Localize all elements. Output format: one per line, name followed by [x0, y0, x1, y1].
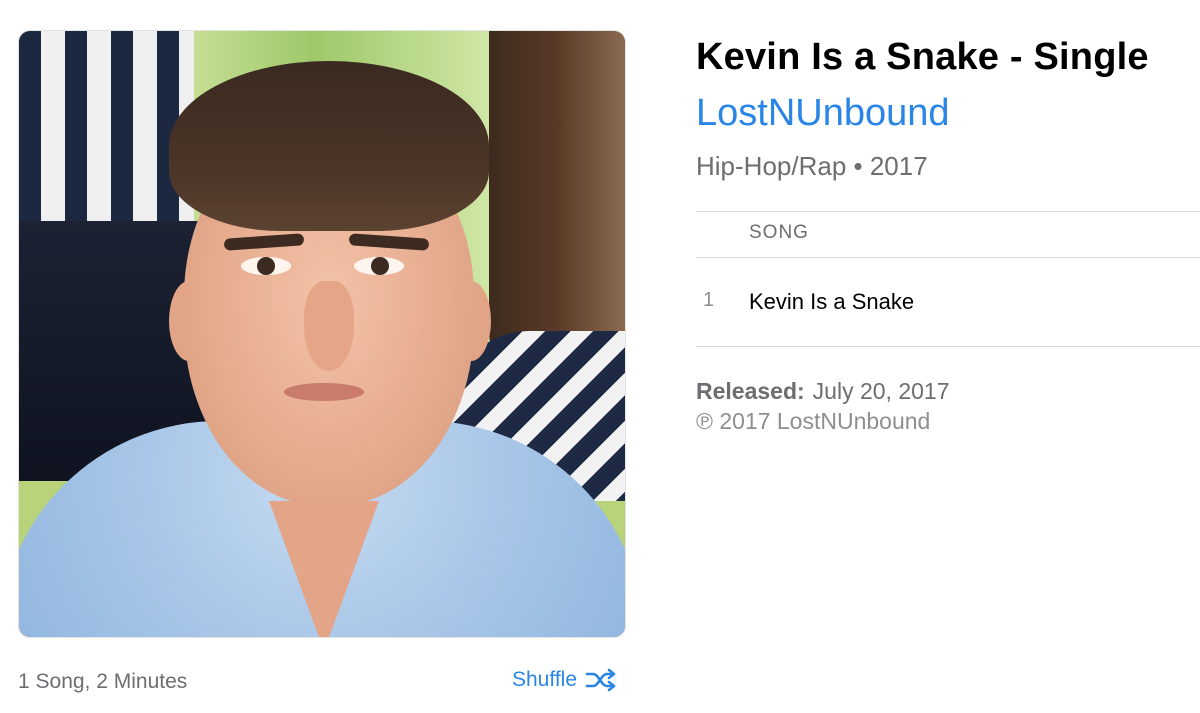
artwork-hair	[169, 61, 489, 231]
copyright-text: ℗ 2017 LostNUnbound	[696, 408, 931, 434]
shuffle-label: Shuffle	[512, 668, 577, 691]
genre-year: Hip-Hop/Rap • 2017	[696, 151, 928, 181]
artwork-nose	[304, 281, 354, 371]
artwork-striped-shirt	[19, 31, 194, 231]
track-row[interactable]: 1 Kevin Is a Snake	[696, 259, 1200, 345]
track-name[interactable]: Kevin Is a Snake	[749, 289, 914, 315]
song-column-header: SONG	[749, 222, 809, 243]
divider-bottom	[696, 346, 1200, 347]
song-count: 1 Song, 2 Minutes	[18, 670, 188, 693]
artwork-iris-left	[257, 257, 275, 275]
track-number: 1	[703, 289, 715, 311]
shuffle-icon	[585, 668, 617, 692]
album-page: Kevin Is a Snake - Single LostNUnbound H…	[0, 0, 1200, 713]
divider-header	[696, 257, 1200, 258]
album-title: Kevin Is a Snake - Single	[696, 36, 1149, 78]
release-info: Released: July 20, 2017	[696, 378, 950, 405]
artwork-mouth	[284, 383, 364, 401]
divider-top	[696, 211, 1200, 212]
shuffle-button[interactable]: Shuffle	[512, 668, 617, 692]
artist-link[interactable]: LostNUnbound	[696, 92, 950, 135]
released-date: July 20, 2017	[812, 378, 950, 404]
released-label: Released:	[696, 378, 805, 404]
artwork-iris-right	[371, 257, 389, 275]
album-artwork[interactable]	[18, 30, 626, 638]
